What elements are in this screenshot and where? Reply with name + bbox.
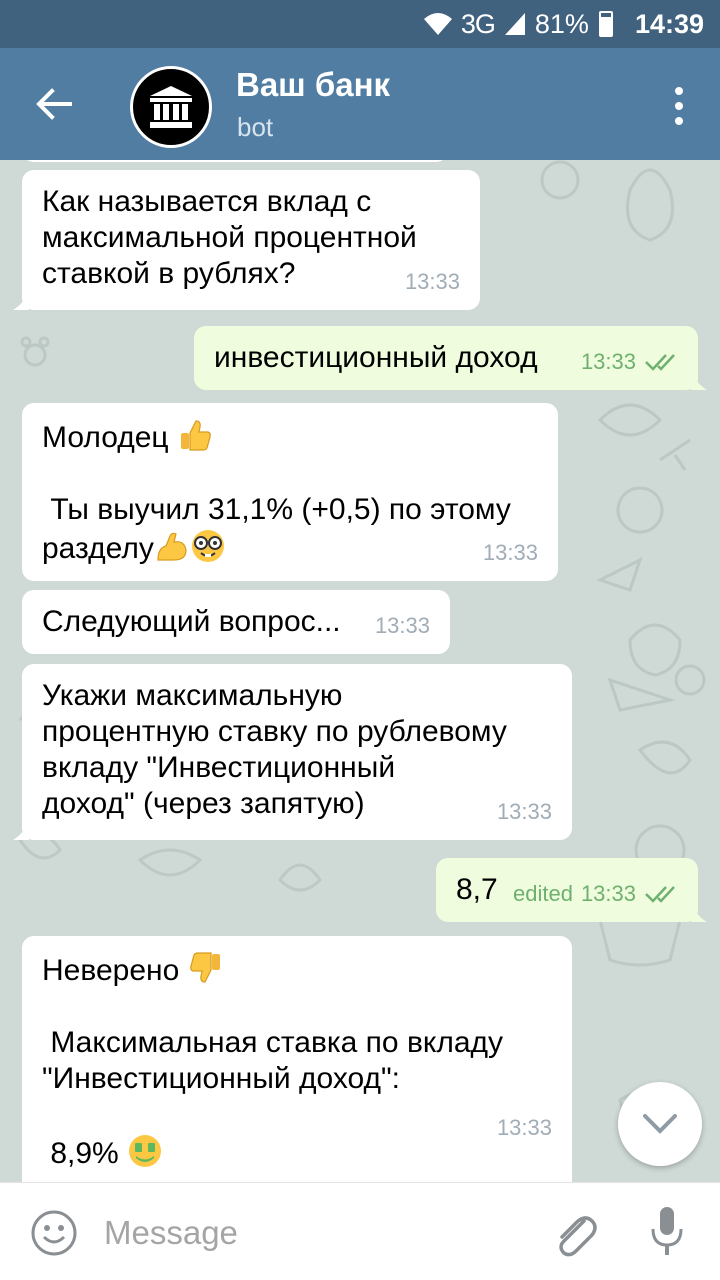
message-time: 13:33 [496, 799, 552, 824]
message-time: 13:33 [482, 540, 538, 565]
bank-building-icon [150, 86, 192, 128]
back-arrow-icon[interactable] [34, 84, 74, 124]
message-meta: 13:33 [581, 344, 678, 380]
message-time: 13:33 [580, 881, 636, 906]
message-input[interactable] [104, 1211, 524, 1255]
message-meta: edited 13:33 [513, 876, 678, 912]
message-line: Ты выучил 31,1% (+0,5) по этому разделу [42, 493, 511, 565]
message-meta: 13:33 [483, 535, 538, 571]
message-list[interactable]: Как называется вклад с максимальной проц… [0, 160, 720, 1182]
message-meta: 13:33 [497, 1110, 552, 1146]
chevron-down-icon [643, 1114, 677, 1134]
chat-title[interactable]: Ваш банк [236, 66, 390, 104]
message-text: Неверено Максимальная ставка по вкладу "… [42, 950, 552, 1172]
double-check-icon [645, 354, 675, 371]
message-text: Как называется вклад с максимальной проц… [42, 185, 417, 290]
double-check-icon [645, 886, 675, 903]
thumbs-up-emoji-icon [180, 420, 211, 451]
microphone-icon[interactable] [650, 1205, 684, 1259]
battery-icon [598, 11, 613, 37]
signal-icon [504, 13, 525, 35]
scroll-to-bottom-button[interactable] [618, 1082, 702, 1166]
message-time: 13:33 [496, 1115, 552, 1140]
chat-header: Ваш банк bot [0, 48, 720, 160]
paperclip-icon[interactable] [550, 1207, 598, 1259]
message-bubble-incoming[interactable]: Укажи максимальную процентную ставку по … [13, 664, 572, 840]
message-time: 13:33 [374, 613, 430, 638]
message-bubble-incoming[interactable]: Как называется вклад с максимальной проц… [13, 170, 480, 310]
message-text: Следующий вопрос... [42, 605, 341, 638]
bubble-tail [691, 904, 707, 922]
message-bubble-cut [22, 160, 448, 162]
message-text: Укажи максимальную процентную ставку по … [42, 679, 507, 820]
chat-subtitle: bot [237, 112, 274, 142]
bubble-tail [691, 372, 707, 390]
message-meta: 13:33 [375, 608, 430, 644]
clock: 14:39 [634, 8, 704, 39]
message-text: Молодец Ты выучил 31,1% (+0,5) по этому … [42, 417, 538, 567]
more-vert-icon[interactable] [674, 86, 684, 126]
thumbs-down-emoji-icon [189, 952, 220, 983]
message-time: 13:33 [404, 269, 460, 294]
message-bubble-incoming[interactable]: Следующий вопрос... 13:33 [22, 590, 450, 654]
message-composer [0, 1182, 720, 1280]
battery-percent: 81% [534, 8, 589, 39]
message-bubble-outgoing[interactable]: 8,7 edited 13:33 [436, 858, 707, 922]
message-line: Неверено [42, 954, 180, 987]
message-line: Максимальная ставка по вкладу "Инвестици… [42, 1026, 504, 1170]
money-mouth-face-emoji-icon [129, 1135, 162, 1167]
bubble-tail [13, 292, 29, 310]
avatar[interactable] [130, 66, 212, 148]
flexed-biceps-emoji-icon [157, 532, 187, 561]
network-type: 3G [460, 8, 496, 39]
nerd-face-emoji-icon [191, 530, 224, 562]
bubble-tail [13, 822, 29, 840]
edited-label: edited [512, 881, 573, 906]
message-meta: 13:33 [405, 264, 460, 300]
status-icons: 3G 81% 14:39 [423, 0, 704, 48]
message-time: 13:33 [580, 349, 636, 374]
wifi-icon [423, 13, 452, 35]
message-bubble-incoming[interactable]: Молодец Ты выучил 31,1% (+0,5) по этому … [22, 403, 558, 581]
emoji-smile-icon[interactable] [30, 1209, 78, 1257]
status-bar: 3G 81% 14:39 [0, 0, 720, 48]
message-meta: 13:33 [497, 794, 552, 830]
message-bubble-incoming[interactable]: Неверено Максимальная ставка по вкладу "… [22, 936, 572, 1182]
message-bubble-outgoing[interactable]: инвестиционный доход 13:33 [194, 326, 707, 390]
message-line: Молодец [42, 421, 169, 454]
